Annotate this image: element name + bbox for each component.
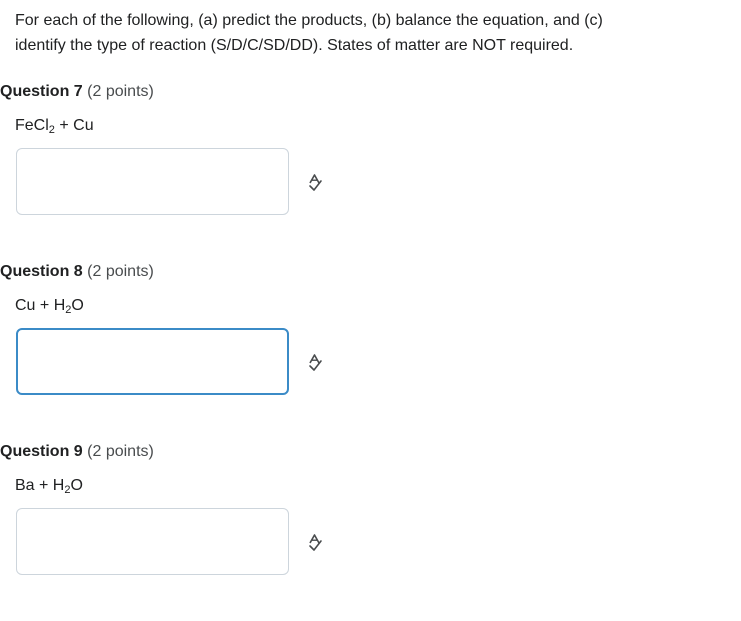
question-equation: FeCl2 + Cu xyxy=(15,115,94,137)
answer-input[interactable] xyxy=(16,328,289,395)
equation-part: Cu + H xyxy=(15,297,66,314)
answer-input[interactable] xyxy=(16,148,289,215)
spell-check-icon[interactable] xyxy=(307,174,323,192)
equation-part: Ba + H xyxy=(15,477,65,494)
instructions: For each of the following, (a) predict t… xyxy=(15,8,715,58)
equation-part: O xyxy=(70,477,83,494)
question-points: (2 points) xyxy=(87,443,154,460)
equation-part: + Cu xyxy=(54,117,94,134)
question-points: (2 points) xyxy=(87,83,154,100)
question-label: Question 9 xyxy=(0,443,83,460)
question-title: Question 7 (2 points) xyxy=(0,81,154,103)
question-equation: Ba + H2O xyxy=(15,475,83,497)
equation-part: FeCl xyxy=(15,117,49,134)
question-title: Question 9 (2 points) xyxy=(0,441,154,463)
question-points: (2 points) xyxy=(87,263,154,280)
spell-check-icon[interactable] xyxy=(307,354,323,372)
instructions-line-2: identify the type of reaction (S/D/C/SD/… xyxy=(15,37,574,54)
question-title: Question 8 (2 points) xyxy=(0,261,154,283)
equation-part: O xyxy=(71,297,84,314)
instructions-line-1: For each of the following, (a) predict t… xyxy=(15,12,603,29)
question-label: Question 7 xyxy=(0,83,83,100)
question-label: Question 8 xyxy=(0,263,83,280)
question-9: Question 9 (2 points) Ba + H2O xyxy=(0,441,741,621)
spell-check-icon[interactable] xyxy=(307,534,323,552)
question-equation: Cu + H2O xyxy=(15,295,84,317)
question-8: Question 8 (2 points) Cu + H2O xyxy=(0,261,741,441)
question-7: Question 7 (2 points) FeCl2 + Cu xyxy=(0,81,741,261)
answer-input[interactable] xyxy=(16,508,289,575)
